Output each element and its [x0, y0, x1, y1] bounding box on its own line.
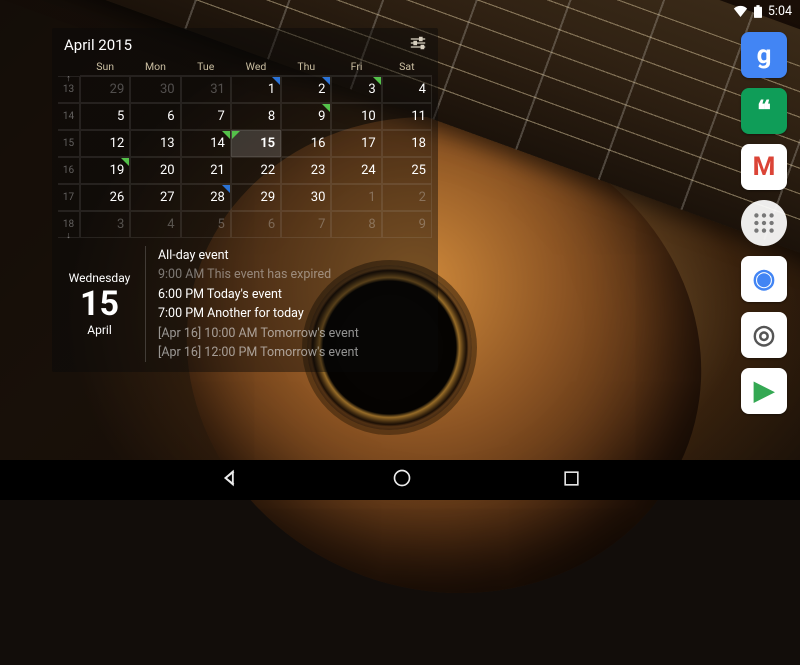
event-marker-icon: [322, 77, 330, 85]
battery-icon: [754, 5, 762, 18]
app-icon-play[interactable]: ▶: [741, 368, 787, 414]
calendar-day-cell[interactable]: 28: [181, 184, 231, 211]
calendar-dow-header: Sat: [382, 58, 432, 76]
agenda-month: April: [64, 323, 135, 337]
calendar-day-cell[interactable]: 21: [181, 157, 231, 184]
calendar-day-cell[interactable]: 6: [130, 103, 180, 130]
calendar-day-cell[interactable]: 15: [231, 130, 281, 157]
calendar-day-cell[interactable]: 9: [382, 211, 432, 238]
agenda-date: Wednesday 15 April: [64, 246, 146, 362]
nav-recents-button[interactable]: [562, 469, 581, 492]
calendar-header: April 2015: [58, 34, 432, 58]
calendar-day-cell[interactable]: 4: [382, 76, 432, 103]
calendar-day-cell[interactable]: 1: [231, 76, 281, 103]
calendar-day-cell[interactable]: 3: [80, 211, 130, 238]
agenda-event[interactable]: All-day event: [158, 246, 426, 265]
event-marker-icon: [322, 104, 330, 112]
app-icon-gmail[interactable]: M: [741, 144, 787, 190]
calendar-dow-header: Tue: [181, 58, 231, 76]
settings-icon[interactable]: [410, 36, 426, 54]
calendar-day-cell[interactable]: 23: [281, 157, 331, 184]
calendar-day-cell[interactable]: 9: [281, 103, 331, 130]
nav-home-button[interactable]: [392, 468, 412, 492]
event-marker-icon: [232, 131, 240, 139]
calendar-day-cell[interactable]: 1: [331, 184, 381, 211]
calendar-day-cell[interactable]: 20: [130, 157, 180, 184]
agenda-event[interactable]: 9:00 AM This event has expired: [158, 265, 426, 284]
calendar-dow-header: Thu: [281, 58, 331, 76]
app-dock: g ❝ M ◉ ◎ ▶: [734, 28, 794, 460]
calendar-day-cell[interactable]: 22: [231, 157, 281, 184]
agenda-event[interactable]: 6:00 PM Today's event: [158, 285, 426, 304]
calendar-day-cell[interactable]: 26: [80, 184, 130, 211]
calendar-day-cell[interactable]: 13: [130, 130, 180, 157]
app-icon-google[interactable]: g: [741, 32, 787, 78]
calendar-day-cell[interactable]: 31: [181, 76, 231, 103]
agenda-event[interactable]: [Apr 16] 12:00 PM Tomorrow's event: [158, 343, 426, 362]
event-marker-icon: [272, 77, 280, 85]
calendar-day-cell[interactable]: 17: [331, 130, 381, 157]
nav-back-button[interactable]: [220, 467, 242, 493]
event-marker-icon: [222, 185, 230, 193]
event-marker-icon: [222, 131, 230, 139]
calendar-day-cell[interactable]: 29: [80, 76, 130, 103]
event-marker-icon: [121, 158, 129, 166]
calendar-day-cell[interactable]: 7: [181, 103, 231, 130]
agenda-event[interactable]: 7:00 PM Another for today: [158, 304, 426, 323]
calendar-dow-header: Sun: [80, 58, 130, 76]
app-icon-chrome[interactable]: ◉: [741, 256, 787, 302]
agenda-weekday: Wednesday: [64, 271, 135, 285]
calendar-day-cell[interactable]: 5: [181, 211, 231, 238]
calendar-day-cell[interactable]: 27: [130, 184, 180, 211]
calendar-day-cell[interactable]: 30: [281, 184, 331, 211]
calendar-day-cell[interactable]: 14: [181, 130, 231, 157]
calendar-day-cell[interactable]: 11: [382, 103, 432, 130]
app-drawer-button[interactable]: [741, 200, 787, 246]
calendar-dow-header: Fri: [331, 58, 381, 76]
calendar-week-number: 13↑: [58, 76, 80, 103]
calendar-dow-header: Wed: [231, 58, 281, 76]
calendar-day-cell[interactable]: 5: [80, 103, 130, 130]
calendar-day-cell[interactable]: 24: [331, 157, 381, 184]
agenda-daynum: 15: [64, 287, 135, 321]
calendar-week-number: 15: [58, 130, 80, 157]
calendar-day-cell[interactable]: 2: [382, 184, 432, 211]
calendar-day-cell[interactable]: 19: [80, 157, 130, 184]
calendar-week-number: 16: [58, 157, 80, 184]
calendar-title: April 2015: [64, 36, 132, 54]
calendar-widget[interactable]: April 2015 SunMonTueWedThuFriSat13↑29303…: [52, 28, 438, 372]
agenda[interactable]: Wednesday 15 April All-day event9:00 AM …: [58, 238, 432, 364]
calendar-week-number: 14: [58, 103, 80, 130]
calendar-week-number: 18↓: [58, 211, 80, 238]
calendar-day-cell[interactable]: 18: [382, 130, 432, 157]
app-icon-hangouts[interactable]: ❝: [741, 88, 787, 134]
calendar-day-cell[interactable]: 16: [281, 130, 331, 157]
agenda-list[interactable]: All-day event9:00 AM This event has expi…: [158, 246, 426, 362]
calendar-week-number: 17: [58, 184, 80, 211]
calendar-day-cell[interactable]: 29: [231, 184, 281, 211]
status-bar: 5:04: [0, 0, 800, 22]
calendar-day-cell[interactable]: 2: [281, 76, 331, 103]
calendar-day-cell[interactable]: 8: [331, 211, 381, 238]
navigation-bar: [0, 460, 800, 500]
wifi-icon: [733, 5, 748, 17]
calendar-day-cell[interactable]: 25: [382, 157, 432, 184]
app-icon-camera[interactable]: ◎: [741, 312, 787, 358]
agenda-event[interactable]: [Apr 16] 10:00 AM Tomorrow's event: [158, 324, 426, 343]
calendar-day-cell[interactable]: 6: [231, 211, 281, 238]
calendar-day-cell[interactable]: 4: [130, 211, 180, 238]
calendar-day-cell[interactable]: 8: [231, 103, 281, 130]
calendar-day-cell[interactable]: 30: [130, 76, 180, 103]
calendar-day-cell[interactable]: 7: [281, 211, 331, 238]
status-time: 5:04: [768, 4, 792, 19]
calendar-day-cell[interactable]: 12: [80, 130, 130, 157]
calendar-day-cell[interactable]: 10: [331, 103, 381, 130]
calendar-grid: SunMonTueWedThuFriSat13↑2930311234145678…: [58, 58, 432, 238]
event-marker-icon: [373, 77, 381, 85]
calendar-day-cell[interactable]: 3: [331, 76, 381, 103]
calendar-dow-header: Mon: [130, 58, 180, 76]
